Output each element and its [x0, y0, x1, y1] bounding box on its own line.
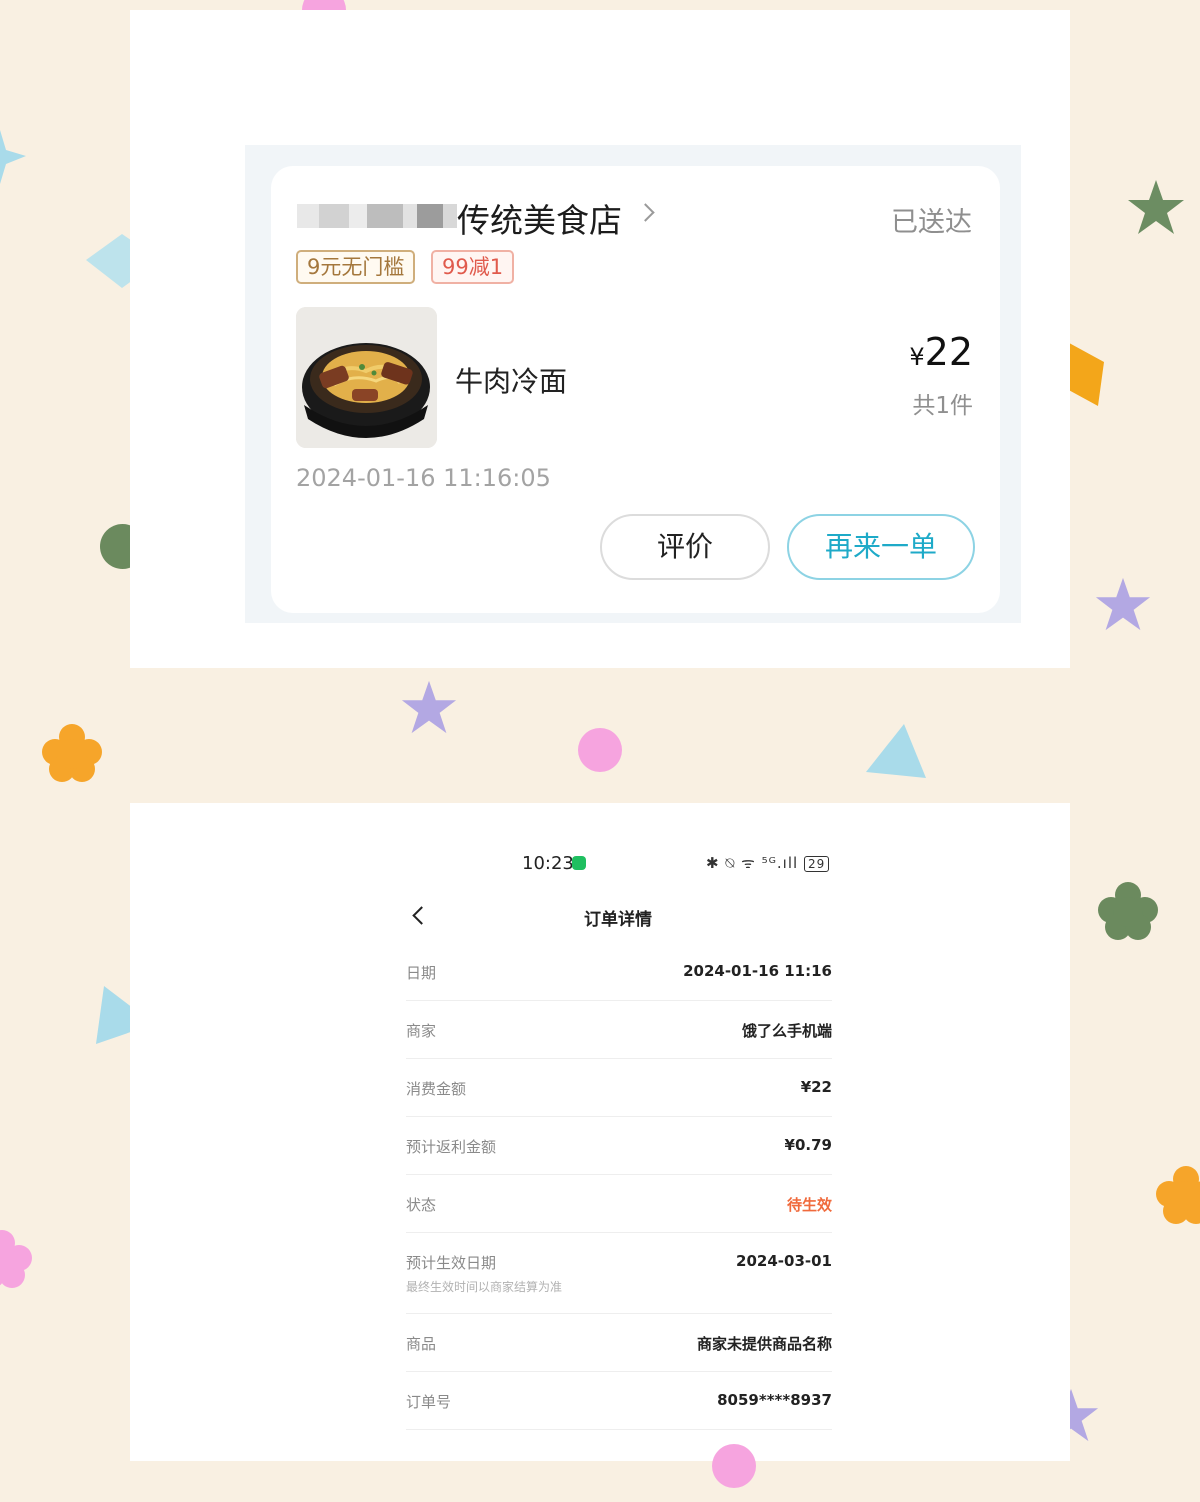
chat-notification-icon: [572, 856, 586, 870]
row-note: 最终生效时间以商家结算为准: [406, 1280, 563, 1294]
order-card[interactable]: 传统美食店 已送达 9元无门槛 99减1 牛肉冷面 ¥22 共1件 2024-0…: [271, 166, 1000, 613]
order-screenshot-panel: 传统美食店 已送达 9元无门槛 99减1 牛肉冷面 ¥22 共1件 2024-0…: [130, 10, 1070, 668]
chevron-right-icon[interactable]: [636, 203, 655, 222]
detail-list: 日期 2024-01-16 11:16 商家 饿了么手机端 消费金额 ¥22 预…: [406, 943, 832, 1430]
row-label: 商家: [406, 1022, 437, 1040]
dish-name: 牛肉冷面: [455, 365, 568, 398]
confetti-flower-orange: [42, 724, 102, 782]
confetti-star-green: [1128, 180, 1184, 234]
detail-row-rebate: 预计返利金额 ¥0.79: [406, 1117, 832, 1175]
signal-icons: ✱ ⍉ ᯤ ⁵ᴳ.ıll: [706, 854, 799, 872]
detail-row-order-number: 订单号 8059****8937: [406, 1372, 832, 1430]
confetti-dot-pink: [712, 1444, 756, 1488]
row-label: 预计返利金额: [406, 1138, 497, 1156]
row-value: 8059****8937: [717, 1391, 832, 1409]
confetti-star-blue: [0, 130, 26, 184]
confetti-flower-pink: [0, 1230, 32, 1288]
row-label: 订单号: [406, 1393, 452, 1411]
row-value: ¥22: [800, 1078, 832, 1096]
detail-row-merchant: 商家 饿了么手机端: [406, 1001, 832, 1059]
confetti-star-purple: [401, 680, 457, 734]
noodle-bowl-icon: [296, 307, 437, 448]
row-value: 饿了么手机端: [741, 1022, 832, 1040]
confetti-flower-orange: [1156, 1166, 1200, 1224]
order-detail-panel: 10:23 ✱ ⍉ ᯤ ⁵ᴳ.ıll 29 订单详情 日期 2024-01-16…: [130, 803, 1070, 1461]
coupon-badge: 9元无门槛: [296, 250, 416, 284]
confetti-star-purple: [1095, 577, 1151, 631]
order-timestamp: 2024-01-16 11:16:05: [296, 464, 551, 492]
status-badge: 待生效: [786, 1196, 832, 1214]
detail-row-effective-date: 预计生效日期 2024-03-01 最终生效时间以商家结算为准: [406, 1233, 832, 1314]
shop-name-blurred-prefix: [297, 196, 457, 236]
order-status: 已送达: [891, 207, 972, 238]
detail-row-product: 商品 商家未提供商品名称: [406, 1314, 832, 1372]
row-value: 2024-03-01: [736, 1252, 832, 1270]
status-bar-icons: ✱ ⍉ ᯤ ⁵ᴳ.ıll 29: [706, 853, 830, 873]
confetti-dot-pink: [578, 728, 622, 772]
row-value: 商家未提供商品名称: [696, 1335, 832, 1353]
order-price: ¥22: [909, 330, 973, 374]
row-label: 消费金额: [406, 1080, 467, 1098]
battery-icon: 29: [803, 856, 830, 872]
row-label: 商品: [406, 1335, 437, 1353]
row-value: ¥0.79: [784, 1136, 832, 1154]
row-label: 状态: [406, 1196, 437, 1214]
reorder-button[interactable]: 再来一单: [787, 514, 975, 580]
row-value: 2024-01-16 11:16: [683, 962, 832, 980]
shop-name[interactable]: 传统美食店: [457, 194, 622, 242]
status-bar-time: 10:23: [522, 853, 574, 874]
detail-row-amount: 消费金额 ¥22: [406, 1059, 832, 1117]
row-label: 预计生效日期: [406, 1254, 497, 1272]
price-amount: 22: [924, 330, 973, 374]
confetti-flower-green: [1098, 882, 1158, 940]
review-button[interactable]: 评价: [600, 514, 770, 580]
row-label: 日期: [406, 964, 437, 982]
page-title: 订单详情: [584, 910, 652, 930]
item-quantity: 共1件: [912, 393, 973, 419]
dish-photo[interactable]: [296, 307, 437, 448]
confetti-triangle-blue: [866, 724, 926, 778]
detail-row-status: 状态 待生效: [406, 1175, 832, 1233]
coupon-badge: 99减1: [431, 250, 515, 284]
detail-row-date: 日期 2024-01-16 11:16: [406, 943, 832, 1001]
currency-symbol: ¥: [909, 343, 925, 371]
